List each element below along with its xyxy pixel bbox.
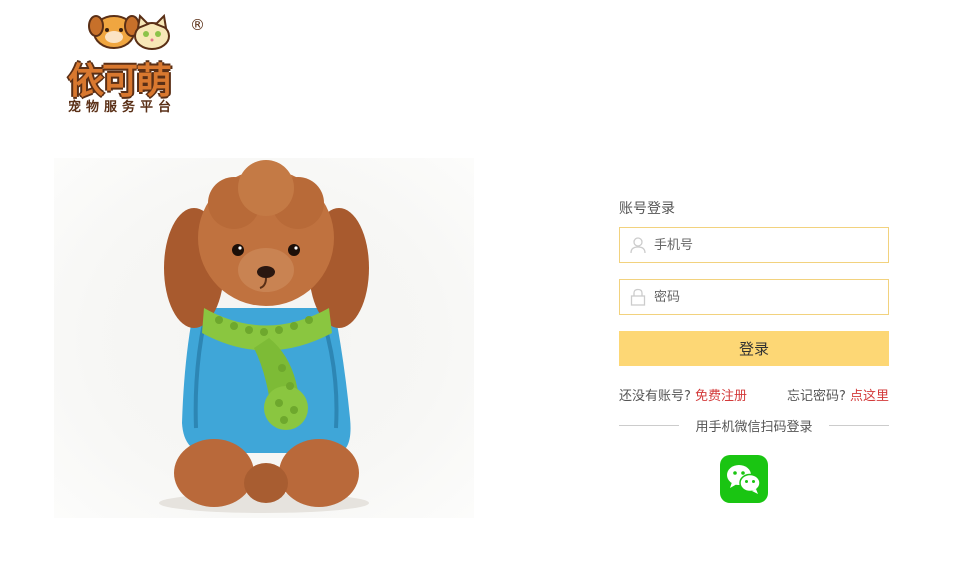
wechat-icon xyxy=(727,465,761,494)
password-field[interactable] xyxy=(619,279,889,315)
login-button[interactable]: 登录 xyxy=(619,331,889,366)
login-panel: 账号登录 登录 还没有账号? 免费注册 忘记密码? 点这里 用手机微信扫码登录 xyxy=(619,199,889,503)
register-link[interactable]: 免费注册 xyxy=(695,389,747,404)
account-links: 还没有账号? 免费注册 忘记密码? 点这里 xyxy=(619,385,889,405)
wechat-login-button[interactable] xyxy=(720,455,768,503)
phone-input[interactable] xyxy=(654,228,874,262)
phone-field[interactable] xyxy=(619,227,889,263)
login-title: 账号登录 xyxy=(619,201,675,217)
forgot-prompt: 忘记密码? 点这里 xyxy=(787,385,889,404)
poodle-illustration xyxy=(159,160,369,513)
no-account-text: 还没有账号? xyxy=(619,389,691,404)
register-prompt: 还没有账号? 免费注册 xyxy=(619,385,747,404)
lock-icon xyxy=(630,288,646,306)
registered-mark: ® xyxy=(190,16,205,34)
wechat-divider: 用手机微信扫码登录 xyxy=(619,415,889,435)
user-icon xyxy=(630,237,646,254)
password-input[interactable] xyxy=(654,280,874,314)
brand-logo[interactable]: 依可萌 宠物服务平台 ® xyxy=(62,12,212,116)
forgot-password-link[interactable]: 点这里 xyxy=(850,389,889,404)
hero-image xyxy=(54,158,474,518)
divider-line-right xyxy=(829,425,889,426)
brand-tagline: 宠物服务平台 xyxy=(68,100,177,115)
forgot-text: 忘记密码? xyxy=(786,389,846,404)
